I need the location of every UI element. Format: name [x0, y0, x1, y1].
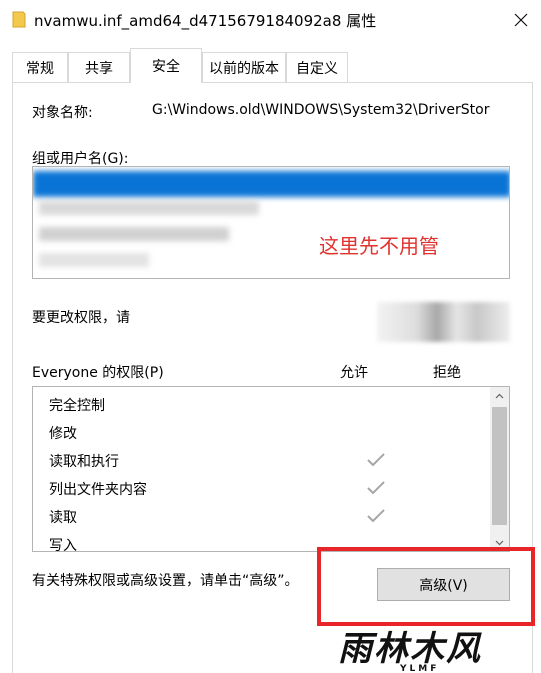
close-icon: [514, 13, 528, 27]
edit-button[interactable]: [377, 302, 510, 342]
advanced-hint: 有关特殊权限或高级设置，请单击“高级”。: [32, 573, 299, 589]
tab-label: 常规: [26, 60, 54, 77]
svg-text:雨林木风: 雨林木风: [338, 629, 482, 669]
permission-row-list-folder: 列出文件夹内容: [49, 475, 489, 503]
window-title: nvamwu.inf_amd64_d4715679184092a8 属性: [34, 12, 377, 30]
permission-name: 完全控制: [49, 398, 105, 414]
selected-group-row[interactable]: [33, 171, 509, 197]
permissions-scrollbar[interactable]: [490, 387, 509, 551]
edit-permissions-label: 要更改权限，请: [32, 310, 130, 326]
tab-label: 自定义: [296, 60, 338, 77]
permission-name: 修改: [49, 426, 77, 442]
group-row[interactable]: [39, 201, 259, 215]
annotation-note: 这里先不用管: [319, 234, 439, 258]
permission-row-full-control: 完全控制: [49, 391, 489, 419]
permission-name: 列出文件夹内容: [49, 482, 147, 498]
group-user-list[interactable]: [32, 166, 510, 279]
chevron-up-icon: [495, 393, 504, 398]
title-bar: nvamwu.inf_amd64_d4715679184092a8 属性: [0, 0, 541, 40]
deny-column-header: 拒绝: [433, 365, 461, 381]
permission-row-modify: 修改: [49, 419, 489, 447]
tab-label: 安全: [152, 59, 180, 75]
allow-check-icon: [367, 509, 385, 523]
allow-check-icon: [367, 481, 385, 495]
tab-security[interactable]: 安全: [130, 48, 202, 83]
ylmf-watermark-logo: 雨林木风 YLMF: [338, 629, 482, 672]
scroll-up-button[interactable]: [490, 387, 509, 404]
annotation-highlight-box: [317, 547, 535, 626]
permission-row-read: 读取: [49, 503, 489, 531]
tab-label: 以前的版本: [209, 60, 279, 77]
tab-label: 共享: [85, 60, 113, 77]
permission-name: 写入: [49, 538, 77, 552]
permission-name: 读取: [49, 510, 77, 526]
groups-label: 组或用户名(G):: [32, 151, 129, 167]
tab-sharing[interactable]: 共享: [68, 52, 130, 82]
permission-name: 读取和执行: [49, 454, 119, 470]
scrollbar-thumb[interactable]: [492, 407, 507, 525]
permission-row-read-execute: 读取和执行: [49, 447, 489, 475]
folder-icon: [12, 11, 26, 28]
close-button[interactable]: [505, 4, 537, 36]
group-row[interactable]: [39, 253, 149, 267]
permissions-label: Everyone 的权限(P): [32, 365, 164, 381]
chevron-down-icon: [495, 540, 504, 545]
svg-text:YLMF: YLMF: [399, 664, 439, 672]
tab-strip: 常规 共享 安全 以前的版本 自定义: [12, 48, 532, 83]
object-name-value: G:\Windows.old\WINDOWS\System32\DriverSt…: [152, 102, 490, 118]
object-name-label: 对象名称:: [32, 105, 93, 121]
permissions-list[interactable]: 完全控制 修改 读取和执行 列出文件夹内容 读取 写入: [32, 386, 510, 552]
allow-column-header: 允许: [340, 365, 368, 381]
tab-customize[interactable]: 自定义: [286, 52, 348, 82]
group-row[interactable]: [39, 227, 229, 241]
tab-previous-versions[interactable]: 以前的版本: [202, 52, 286, 82]
tab-general[interactable]: 常规: [12, 52, 68, 82]
allow-check-icon: [367, 453, 385, 467]
